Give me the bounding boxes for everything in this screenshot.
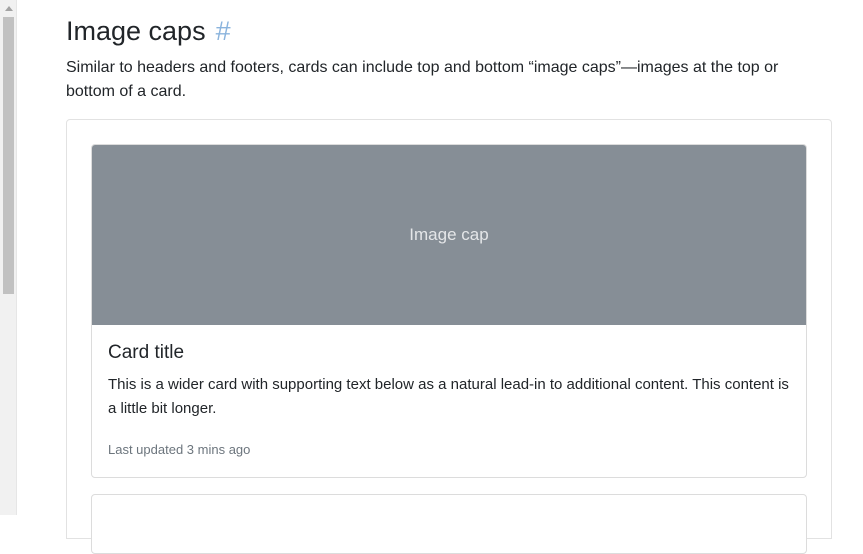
scroll-up-arrow-icon[interactable] [0, 0, 17, 17]
card-last-updated: Last updated 3 mins ago [108, 442, 251, 457]
image-cap: Image cap [92, 145, 806, 325]
vertical-scrollbar[interactable] [0, 0, 17, 515]
image-cap-label: Image cap [409, 225, 489, 244]
section-description: Similar to headers and footers, cards ca… [66, 59, 779, 100]
card: Image cap Card title This is a wider car… [91, 144, 807, 478]
scrollbar-thumb[interactable] [3, 17, 14, 294]
card-title: Card title [108, 342, 185, 363]
section-title: Image caps [66, 16, 206, 46]
heading-anchor-link[interactable]: # [216, 16, 231, 46]
card-text: This is a wider card with supporting tex… [108, 376, 789, 417]
second-card [91, 494, 807, 554]
example-container: Image cap Card title This is a wider car… [66, 119, 832, 554]
section-heading: Image caps # [66, 14, 231, 48]
